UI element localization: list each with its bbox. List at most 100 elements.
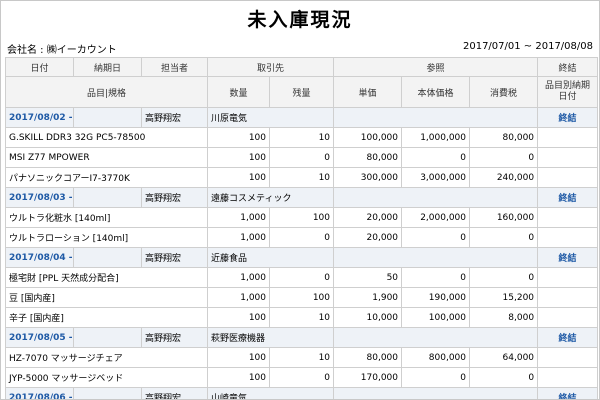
- item-due-date: [537, 367, 599, 388]
- close-link[interactable]: 終結: [537, 187, 599, 208]
- close-link[interactable]: 終結: [537, 327, 599, 348]
- header-unit-price: 単価: [333, 76, 403, 108]
- item-amount: 800,000: [401, 347, 471, 368]
- header-reference: 参照: [333, 57, 539, 77]
- item-name: パナソニックコアーI7-3770K: [5, 167, 208, 188]
- group-date: 2017/08/02 -1: [5, 107, 74, 128]
- group-staff: 高野翔宏: [141, 107, 208, 128]
- item-remaining: 0: [268, 227, 335, 248]
- table-row: MSI Z77 MPOWER 100 0 80,000 0 0: [5, 147, 599, 168]
- item-name: G.SKILL DDR3 32G PC5-78500: [5, 127, 208, 148]
- item-amount: 1,000,000: [401, 127, 471, 148]
- item-amount: 3,000,000: [401, 167, 471, 188]
- company-name: 会社名 : ㈱イーカウント: [7, 45, 117, 56]
- item-tax: 0: [469, 267, 539, 288]
- item-unit-price: 300,000: [333, 167, 403, 188]
- item-name: 極宅財 [PPL 天然成分配合]: [5, 267, 208, 288]
- group-reference: [333, 327, 539, 348]
- item-remaining: 0: [268, 367, 335, 388]
- item-unit-price: 100,000: [333, 127, 403, 148]
- item-unit-price: 50: [333, 267, 403, 288]
- item-qty: 100: [207, 307, 270, 328]
- header-item-due-date: 品目別納期日付: [537, 76, 599, 108]
- item-due-date: [537, 167, 599, 188]
- group-client: 山崎竜気: [206, 387, 335, 399]
- item-due-date: [537, 127, 599, 148]
- item-amount: 0: [401, 267, 471, 288]
- table-row: ウルトラローション [140ml] 1,000 0 20,000 0 0: [5, 227, 599, 248]
- header-row-1: 日付 納期日 担当者 取引先 参照 終結: [5, 57, 599, 77]
- item-unit-price: 80,000: [333, 347, 403, 368]
- item-due-date: [537, 207, 599, 228]
- date-range: 2017/07/01 ~ 2017/08/08: [462, 41, 593, 52]
- close-link[interactable]: 終結: [537, 247, 599, 268]
- item-qty: 100: [207, 127, 270, 148]
- header-item-spec: 品目|規格: [5, 76, 208, 108]
- group-client: 萩野医療機器: [206, 327, 335, 348]
- item-unit-price: 170,000: [333, 367, 403, 388]
- item-remaining: 10: [268, 347, 335, 368]
- unreceived-stock-table: 日付 納期日 担当者 取引先 参照 終結 品目|規格 数量 残量 単価 本体価格…: [5, 57, 599, 399]
- item-qty: 100: [207, 367, 270, 388]
- group-reference: [333, 107, 539, 128]
- header-remaining: 残量: [268, 76, 335, 108]
- item-remaining: 10: [268, 167, 335, 188]
- group-due-date: [73, 187, 142, 208]
- item-tax: 64,000: [469, 347, 539, 368]
- item-amount: 100,000: [401, 307, 471, 328]
- item-tax: 240,000: [469, 167, 539, 188]
- group-due-date: [73, 387, 142, 399]
- item-amount: 0: [401, 147, 471, 168]
- group-date: 2017/08/03 -1: [5, 187, 74, 208]
- item-unit-price: 1,900: [333, 287, 403, 308]
- item-tax: 160,000: [469, 207, 539, 228]
- group-date: 2017/08/06 -1: [5, 387, 74, 399]
- item-unit-price: 10,000: [333, 307, 403, 328]
- item-amount: 0: [401, 227, 471, 248]
- item-qty: 1,000: [207, 207, 270, 228]
- table-row: ウルトラ化粧水 [140ml] 1,000 100 20,000 2,000,000 16…: [5, 207, 599, 228]
- item-amount: 2,000,000: [401, 207, 471, 228]
- group-reference: [333, 387, 539, 399]
- item-tax: 8,000: [469, 307, 539, 328]
- item-name: MSI Z77 MPOWER: [5, 147, 208, 168]
- header-staff: 担当者: [141, 57, 208, 77]
- item-tax: 0: [469, 147, 539, 168]
- group-due-date: [73, 327, 142, 348]
- item-remaining: 10: [268, 127, 335, 148]
- table-row: G.SKILL DDR3 32G PC5-78500 100 10 100,000 1,…: [5, 127, 599, 148]
- item-name: 辛子 [国内産]: [5, 307, 208, 328]
- group-header-row: 2017/08/02 -1 高野翔宏 川原竜気 終結: [5, 107, 599, 128]
- item-name: JYP-5000 マッサージベッド: [5, 367, 208, 388]
- group-date: 2017/08/05 -1: [5, 327, 74, 348]
- header-tax: 消費税: [469, 76, 539, 108]
- item-remaining: 100: [268, 287, 335, 308]
- header-qty: 数量: [207, 76, 270, 108]
- table-row: 極宅財 [PPL 天然成分配合] 1,000 0 50 0 0: [5, 267, 599, 288]
- report-frame: 未入庫現況 会社名 : ㈱イーカウント 2017/07/01 ~ 2017/08…: [0, 0, 600, 400]
- item-due-date: [537, 347, 599, 368]
- group-header-row: 2017/08/03 -1 高野翔宏 遠藤コスメティック 終結: [5, 187, 599, 208]
- item-amount: 190,000: [401, 287, 471, 308]
- header-due-date: 納期日: [73, 57, 142, 77]
- page-title: 未入庫現況: [247, 9, 353, 31]
- close-link[interactable]: 終結: [537, 107, 599, 128]
- group-client: 近藤食品: [206, 247, 335, 268]
- group-reference: [333, 187, 539, 208]
- group-staff: 高野翔宏: [141, 247, 208, 268]
- group-date: 2017/08/04 -1: [5, 247, 74, 268]
- group-staff: 高野翔宏: [141, 327, 208, 348]
- item-tax: 15,200: [469, 287, 539, 308]
- close-link[interactable]: 終結: [537, 387, 599, 399]
- header-amount: 本体価格: [401, 76, 471, 108]
- group-staff: 高野翔宏: [141, 387, 208, 399]
- group-reference: [333, 247, 539, 268]
- item-remaining: 0: [268, 267, 335, 288]
- item-qty: 1,000: [207, 287, 270, 308]
- group-header-row: 2017/08/04 -1 高野翔宏 近藤食品 終結: [5, 247, 599, 268]
- item-due-date: [537, 227, 599, 248]
- item-qty: 100: [207, 167, 270, 188]
- item-name: HZ-7070 マッサージチェア: [5, 347, 208, 368]
- table-row: 豆 [国内産] 1,000 100 1,900 190,000 15,200: [5, 287, 599, 308]
- table-row: 辛子 [国内産] 100 10 10,000 100,000 8,000: [5, 307, 599, 328]
